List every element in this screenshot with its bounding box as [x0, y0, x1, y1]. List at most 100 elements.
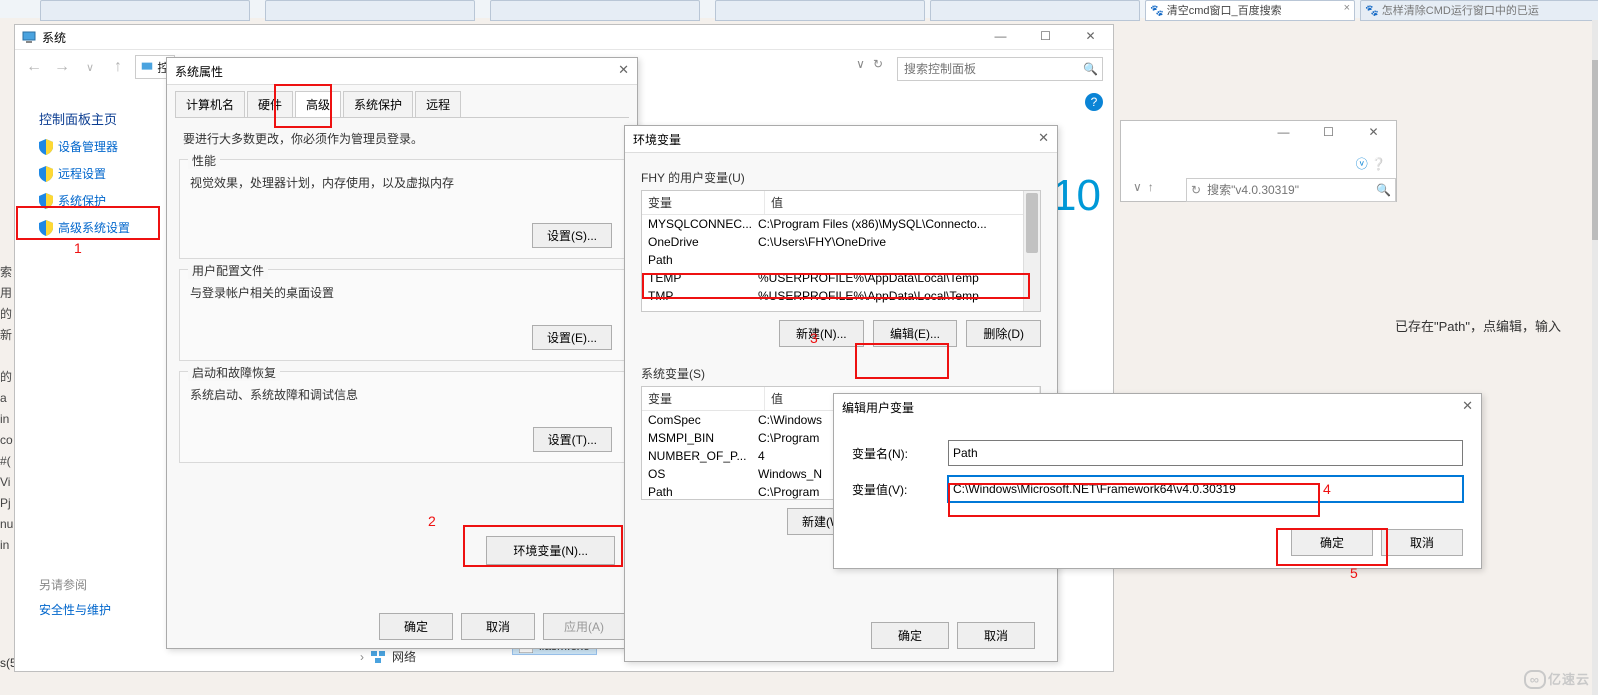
sidebar-item-label: 设备管理器 — [58, 138, 118, 155]
up-icon[interactable]: ↑ — [107, 58, 129, 76]
callout-label-1: 1 — [74, 240, 82, 256]
shield-icon — [39, 166, 53, 182]
chevron-down-icon[interactable]: ∨ — [856, 57, 865, 71]
search-input[interactable] — [902, 61, 1056, 77]
navbar: ← → ∨ ↑ 控 — [23, 55, 175, 79]
search-icon[interactable]: 🔍 — [1083, 62, 1098, 76]
dialog-title: 系统属性 — [167, 58, 637, 85]
network-icon — [370, 650, 386, 664]
tab-protection[interactable]: 系统保护 — [343, 91, 413, 117]
chevron-right-icon: › — [360, 650, 364, 664]
tab-fragment[interactable] — [40, 0, 250, 21]
tab-remote[interactable]: 远程 — [415, 91, 461, 117]
delete-button[interactable]: 删除(D) — [966, 320, 1041, 347]
back-icon[interactable]: ← — [23, 58, 45, 76]
chevron-down-icon[interactable]: ∨ — [1133, 180, 1142, 194]
col-var[interactable]: 变量 — [642, 387, 765, 410]
tab-csdn[interactable]: 🐾 怎样清除CMD运行窗口中的已运 — [1360, 0, 1598, 21]
var-value-label: 变量值(V): — [852, 481, 948, 498]
chevron-down-icon[interactable]: ∨ — [79, 61, 101, 74]
user-vars-label: FHY 的用户变量(U) — [641, 169, 1041, 186]
minimize-icon[interactable]: — — [978, 25, 1023, 49]
col-val[interactable]: 值 — [765, 191, 1040, 214]
callout-label-3: 3 — [810, 330, 818, 346]
tab-label: 怎样清除CMD运行窗口中的已运 — [1382, 5, 1539, 17]
close-icon[interactable]: ✕ — [1038, 130, 1049, 146]
up-icon[interactable]: ↑ — [1148, 180, 1154, 194]
callout-box-5 — [1276, 528, 1388, 566]
ok-button[interactable]: 确定 — [379, 613, 453, 640]
minimize-icon[interactable]: — — [1261, 121, 1306, 145]
tab-row: 计算机名 硬件 高级 系统保护 远程 — [175, 91, 629, 118]
refresh-icon[interactable]: ↻ — [1191, 183, 1201, 197]
sidebar-item-device-manager[interactable]: 设备管理器 — [39, 138, 169, 155]
group-startup: 启动和故障恢复 系统启动、系统故障和调试信息 设置(T)... — [179, 371, 625, 463]
refresh-icon[interactable]: ↻ — [873, 57, 883, 71]
search-input[interactable] — [1205, 182, 1359, 198]
maximize-icon[interactable]: ☐ — [1023, 25, 1068, 49]
close-icon[interactable]: × — [1344, 2, 1350, 14]
sidebar: 控制面板主页 设备管理器 远程设置 系统保护 高级系统设置 另请参阅 安全性与维… — [39, 109, 169, 628]
settings-button[interactable]: 设置(S)... — [532, 223, 612, 248]
row-var-name: 变量名(N): — [852, 440, 1463, 466]
nav-arrows: ∨ ↑ — [1133, 180, 1154, 194]
new-button[interactable]: 新建(N)... — [779, 320, 864, 347]
sidebar-item-label: 安全性与维护 — [39, 601, 111, 618]
cancel-button[interactable]: 取消 — [1381, 529, 1463, 556]
maximize-icon[interactable]: ☐ — [1306, 121, 1351, 145]
close-icon[interactable]: ✕ — [1068, 25, 1113, 49]
dialog-footer: 确定 取消 应用(A) — [379, 613, 625, 640]
tab-baidu[interactable]: 🐾 清空cmd窗口_百度搜索 × — [1145, 0, 1355, 21]
group-text: 与登录帐户相关的桌面设置 — [190, 284, 614, 301]
callout-label-4: 4 — [1323, 481, 1331, 497]
window-controls: — ☐ ✕ — [978, 25, 1113, 49]
scrollbar-thumb[interactable] — [1592, 60, 1598, 240]
close-icon[interactable]: ✕ — [1462, 398, 1473, 414]
watermark: ∞亿速云 — [1524, 669, 1590, 689]
tab-label: 清空cmd窗口_百度搜索 — [1167, 5, 1282, 17]
dialog-title: 环境变量 — [625, 126, 1057, 153]
callout-box-4 — [948, 483, 1320, 517]
callout-box-3 — [855, 343, 949, 379]
window-title: 系统 — [42, 29, 66, 46]
cancel-button[interactable]: 取消 — [957, 622, 1035, 649]
forward-icon[interactable]: → — [51, 58, 73, 76]
dialog-title: 编辑用户变量 — [834, 394, 1481, 420]
search-icon[interactable]: 🔍 — [1376, 183, 1391, 197]
browser-tabs-bar: 🐾 清空cmd窗口_百度搜索 × 🐾 怎样清除CMD运行窗口中的已运 — [0, 0, 1598, 18]
close-icon[interactable]: ✕ — [618, 62, 629, 78]
group-caption: 性能 — [188, 152, 220, 169]
window-controls: — ☐ ✕ — [1261, 121, 1396, 145]
group-profile: 用户配置文件 与登录帐户相关的桌面设置 设置(E)... — [179, 269, 625, 361]
sidebar-item-remote[interactable]: 远程设置 — [39, 165, 169, 182]
control-panel-search[interactable]: 🔍 — [897, 57, 1103, 81]
tab-fragment[interactable] — [490, 0, 700, 21]
shield-icon — [39, 139, 53, 155]
tab-fragment[interactable] — [265, 0, 475, 21]
tab-fragment[interactable] — [930, 0, 1140, 21]
explorer-search[interactable]: ↻ 🔍 — [1186, 178, 1396, 202]
computer-icon — [140, 60, 154, 74]
settings-button[interactable]: 设置(E)... — [532, 325, 612, 350]
var-name-input[interactable] — [948, 440, 1463, 466]
see-also-heading: 另请参阅 — [39, 576, 169, 593]
callout-label-2: 2 — [428, 513, 436, 529]
sidebar-item-security[interactable]: 安全性与维护 — [39, 601, 169, 618]
sys-vars-label: 系统变量(S) — [641, 365, 1041, 382]
settings-button[interactable]: 设置(T)... — [533, 427, 612, 452]
tab-fragment[interactable] — [715, 0, 925, 21]
cancel-button[interactable]: 取消 — [461, 613, 535, 640]
col-var[interactable]: 变量 — [642, 191, 765, 214]
apply-button[interactable]: 应用(A) — [543, 613, 625, 640]
var-name-label: 变量名(N): — [852, 445, 948, 462]
help-icon[interactable]: ⓥ ❔ — [1356, 155, 1386, 172]
page-scrollbar[interactable] — [1592, 20, 1598, 695]
close-icon[interactable]: ✕ — [1351, 121, 1396, 145]
computer-icon — [21, 29, 37, 45]
group-caption: 用户配置文件 — [188, 262, 268, 279]
tree-item-network[interactable]: › 网络 — [360, 648, 416, 665]
tab-computer-name[interactable]: 计算机名 — [175, 91, 245, 117]
callout-label-5: 5 — [1350, 565, 1358, 581]
ok-button[interactable]: 确定 — [871, 622, 949, 649]
help-icon[interactable]: ? — [1085, 93, 1103, 111]
